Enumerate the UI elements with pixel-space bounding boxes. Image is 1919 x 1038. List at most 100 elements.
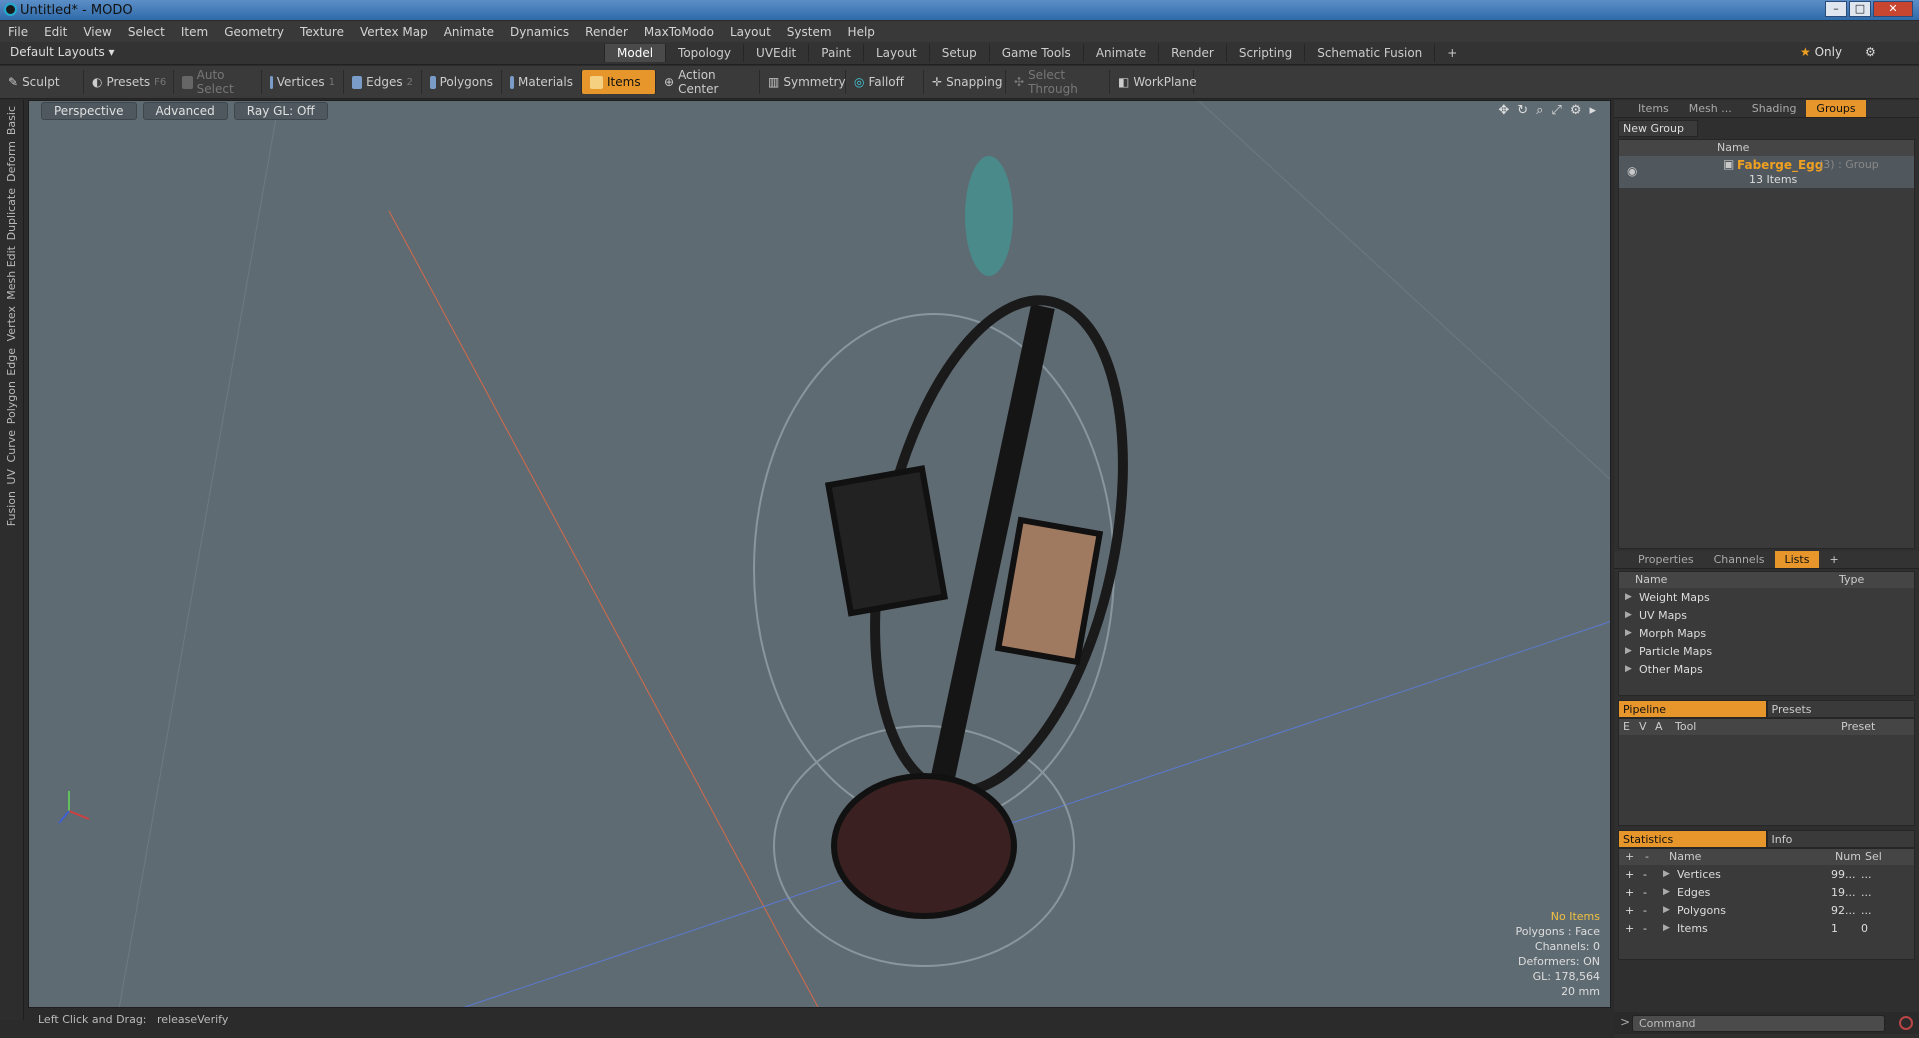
list-item[interactable]: ▶ Particle Maps <box>1619 642 1914 660</box>
group-row[interactable]: ◉ ▣ Faberge_Egg (3) : Group 13 Items <box>1619 156 1914 188</box>
tab-channels[interactable]: Channels <box>1704 553 1775 566</box>
menu-animate[interactable]: Animate <box>436 25 502 39</box>
stats-row[interactable]: + - ▶ Edges 19...... <box>1619 883 1914 901</box>
tab-shading[interactable]: Shading <box>1742 102 1807 115</box>
presets-button[interactable]: ◐ Presets F6 <box>84 70 174 94</box>
tooltab-curve[interactable]: Curve <box>5 430 18 462</box>
tab-pipeline[interactable]: Pipeline <box>1618 700 1767 718</box>
vertices-button[interactable]: Vertices 1 <box>262 70 344 94</box>
view-menu-arrow-icon[interactable]: ▸ <box>1589 103 1596 118</box>
view-advanced-dropdown[interactable]: Advanced <box>142 102 228 120</box>
expand-arrow-icon[interactable]: ▶ <box>1663 905 1677 915</box>
expand-arrow-icon[interactable]: ▶ <box>1625 628 1639 638</box>
tooltab-deform[interactable]: Deform <box>5 141 18 182</box>
tooltab-basic[interactable]: Basic <box>5 106 18 135</box>
symmetry-button[interactable]: ▥ Symmetry <box>760 70 846 94</box>
tab-render[interactable]: Render <box>1158 44 1226 62</box>
tab-game-tools[interactable]: Game Tools <box>988 44 1083 62</box>
expand-arrow-icon[interactable]: ▶ <box>1625 610 1639 620</box>
menu-geometry[interactable]: Geometry <box>216 25 292 39</box>
tooltab-fusion[interactable]: Fusion <box>5 491 18 526</box>
edges-button[interactable]: Edges 2 <box>344 70 422 94</box>
action-center-button[interactable]: ⊕ Action Center <box>656 68 760 96</box>
layout-dropdown[interactable]: Default Layouts ▾ <box>10 45 115 59</box>
fit-view-icon[interactable]: ⤢ <box>1551 103 1561 118</box>
tooltab-edge[interactable]: Edge <box>5 348 18 376</box>
tab-statistics[interactable]: Statistics <box>1618 830 1767 848</box>
tab-layout[interactable]: Layout <box>862 44 929 62</box>
tab-paint[interactable]: Paint <box>808 44 863 62</box>
menu-dynamics[interactable]: Dynamics <box>502 25 577 39</box>
expand-arrow-icon[interactable]: ▶ <box>1625 664 1639 674</box>
menu-vertex-map[interactable]: Vertex Map <box>352 25 436 39</box>
menu-render[interactable]: Render <box>577 25 636 39</box>
menu-help[interactable]: Help <box>840 25 883 39</box>
menu-system[interactable]: System <box>779 25 840 39</box>
tab-setup[interactable]: Setup <box>928 44 989 62</box>
workplane-button[interactable]: ◧ WorkPlane <box>1110 70 1197 94</box>
new-group-button[interactable]: New Group <box>1618 120 1698 137</box>
list-item[interactable]: ▶ UV Maps <box>1619 606 1914 624</box>
add-tab-button[interactable]: + <box>1434 44 1469 62</box>
visibility-eye-icon[interactable]: ◉ <box>1627 164 1637 178</box>
tab-scripting[interactable]: Scripting <box>1225 44 1304 62</box>
list-item[interactable]: ▶ Other Maps <box>1619 660 1914 678</box>
stop-icon[interactable] <box>1899 1016 1913 1030</box>
expand-arrow-icon[interactable]: ▶ <box>1625 646 1639 656</box>
stats-add-button[interactable]: + <box>1619 886 1639 899</box>
select-through-button[interactable]: ✣ Select Through <box>1006 68 1110 96</box>
tab-mesh[interactable]: Mesh ... <box>1679 102 1742 115</box>
auto-select-button[interactable]: Auto Select <box>174 68 262 96</box>
maximize-icon[interactable]: □ <box>1849 1 1871 17</box>
tab-groups[interactable]: Groups <box>1806 100 1866 117</box>
menu-select[interactable]: Select <box>120 25 173 39</box>
zoom-view-icon[interactable]: ⌕ <box>1536 103 1543 118</box>
3d-viewport[interactable]: Perspective Advanced Ray GL: Off ✥ ↻ ⌕ ⤢… <box>28 100 1611 1008</box>
stats-remove-button[interactable]: - <box>1639 922 1657 935</box>
sculpt-button[interactable]: ✎ Sculpt <box>0 70 84 94</box>
expand-arrow-icon[interactable]: ▶ <box>1625 592 1639 602</box>
tooltab-mesh-edit[interactable]: Mesh Edit <box>5 246 18 300</box>
gear-icon[interactable]: ⚙ <box>1865 45 1876 59</box>
stats-remove-button[interactable]: - <box>1639 868 1657 881</box>
menu-view[interactable]: View <box>75 25 119 39</box>
tab-uvedit[interactable]: UVEdit <box>743 44 808 62</box>
expand-arrow-icon[interactable]: ▶ <box>1663 887 1677 897</box>
tooltab-duplicate[interactable]: Duplicate <box>5 188 18 240</box>
tooltab-vertex[interactable]: Vertex <box>5 306 18 341</box>
move-view-icon[interactable]: ✥ <box>1498 103 1509 118</box>
view-settings-icon[interactable]: ⚙ <box>1570 103 1582 118</box>
tab-topology[interactable]: Topology <box>665 44 743 62</box>
snapping-button[interactable]: ✛ Snapping <box>924 70 1006 94</box>
command-input[interactable]: Command <box>1632 1015 1885 1032</box>
menu-edit[interactable]: Edit <box>36 25 75 39</box>
items-button[interactable]: Items <box>582 70 656 94</box>
stats-add-button[interactable]: + <box>1619 868 1639 881</box>
expand-arrow-icon[interactable]: ▶ <box>1663 923 1677 933</box>
stats-row[interactable]: + - ▶ Polygons 92...... <box>1619 901 1914 919</box>
stats-row[interactable]: + - ▶ Items 1 0 <box>1619 919 1914 937</box>
tab-presets[interactable]: Presets <box>1766 700 1915 718</box>
stats-remove-button[interactable]: - <box>1639 904 1657 917</box>
tooltab-polygon[interactable]: Polygon <box>5 381 18 424</box>
tab-info[interactable]: Info <box>1766 830 1915 848</box>
tab-animate[interactable]: Animate <box>1082 44 1158 62</box>
menu-layout[interactable]: Layout <box>722 25 779 39</box>
menu-maxtomodo[interactable]: MaxToModo <box>636 25 722 39</box>
tab-items[interactable]: Items <box>1628 102 1679 115</box>
minimize-icon[interactable]: – <box>1825 1 1847 17</box>
only-toggle[interactable]: ★ Only ⚙ <box>1800 45 1876 59</box>
materials-button[interactable]: Materials <box>502 70 582 94</box>
rotate-view-icon[interactable]: ↻ <box>1517 103 1528 118</box>
stats-remove-button[interactable]: - <box>1639 886 1657 899</box>
tooltab-uv[interactable]: UV <box>5 469 18 485</box>
close-icon[interactable]: ✕ <box>1873 1 1913 17</box>
tab-lists[interactable]: Lists <box>1774 551 1820 568</box>
menu-file[interactable]: File <box>0 25 36 39</box>
list-item[interactable]: ▶ Morph Maps <box>1619 624 1914 642</box>
tab-model[interactable]: Model <box>604 44 666 62</box>
stats-add-button[interactable]: + <box>1619 904 1639 917</box>
stats-row[interactable]: + - ▶ Vertices 99...... <box>1619 865 1914 883</box>
tab-schematic-fusion[interactable]: Schematic Fusion <box>1304 44 1434 62</box>
add-tab-plus[interactable]: + <box>1819 553 1848 566</box>
